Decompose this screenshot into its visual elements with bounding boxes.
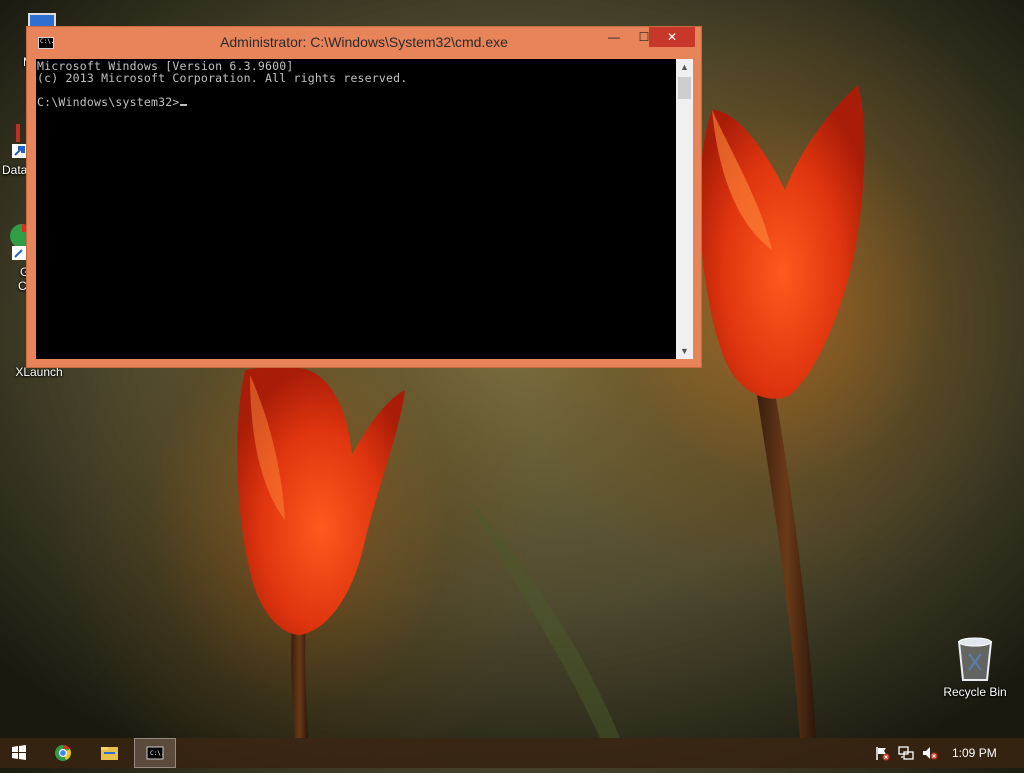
taskbar-chrome[interactable] bbox=[44, 738, 82, 768]
text-cursor bbox=[180, 104, 188, 106]
console-prompt-line: C:\Windows\system32> bbox=[37, 95, 188, 109]
network-icon[interactable] bbox=[898, 745, 914, 761]
recycle-bin-icon bbox=[957, 637, 993, 681]
console-prompt: C:\Windows\system32> bbox=[37, 95, 180, 109]
desktop-icon-label: Recycle Bin bbox=[943, 685, 1007, 699]
taskbar-cmd-label: C:\. bbox=[150, 750, 165, 757]
start-button[interactable] bbox=[0, 738, 38, 768]
action-center-flag-icon[interactable] bbox=[874, 745, 890, 761]
minimize-button[interactable]: — bbox=[599, 27, 629, 47]
vertical-scrollbar[interactable]: ▲ ▼ bbox=[676, 59, 693, 359]
start-icon bbox=[12, 745, 26, 760]
system-clock[interactable]: 1:09 PM bbox=[952, 746, 1012, 760]
console-line: (c) 2013 Microsoft Corporation. All righ… bbox=[37, 71, 408, 85]
chrome-icon bbox=[55, 744, 71, 761]
cmd-window[interactable]: C:\. Administrator: C:\Windows\System32\… bbox=[26, 26, 702, 368]
scroll-up-button[interactable]: ▲ bbox=[676, 59, 693, 75]
volume-muted-icon[interactable] bbox=[922, 745, 938, 761]
close-button[interactable]: ✕ bbox=[649, 27, 695, 47]
file-explorer-icon bbox=[101, 747, 118, 760]
taskbar-cmd[interactable]: C:\. bbox=[134, 738, 176, 768]
console-output[interactable]: Microsoft Windows [Version 6.3.9600] (c)… bbox=[36, 59, 676, 359]
scroll-thumb[interactable] bbox=[678, 77, 691, 99]
scroll-down-button[interactable]: ▼ bbox=[676, 343, 693, 359]
window-titlebar[interactable]: C:\. Administrator: C:\Windows\System32\… bbox=[27, 27, 701, 58]
desktop-icon-recycle-bin[interactable]: Recycle Bin bbox=[938, 636, 1012, 699]
taskbar: C:\. 1:09 PM bbox=[0, 738, 1024, 768]
taskbar-file-explorer[interactable] bbox=[90, 738, 128, 768]
